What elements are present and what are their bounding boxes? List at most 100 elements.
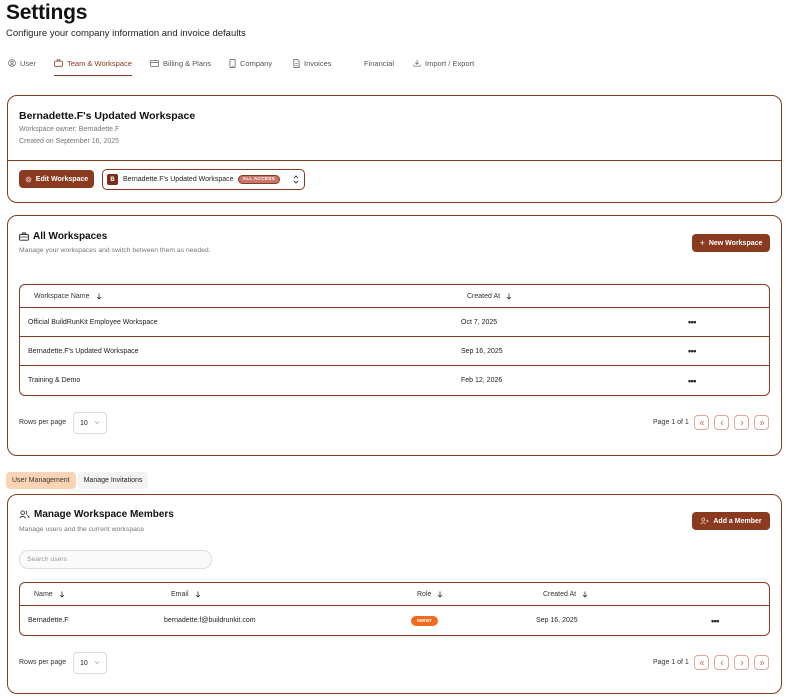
chevrons-left-icon	[699, 660, 704, 665]
member-role-cell: owner	[411, 606, 438, 635]
tab-user[interactable]: User	[8, 50, 36, 76]
users-icon	[19, 510, 30, 519]
access-badge: ALL ACCESS	[237, 175, 280, 184]
column-header-name[interactable]: Name	[34, 583, 65, 605]
row-actions-button[interactable]: •••	[688, 366, 696, 395]
row-actions-button[interactable]: •••	[688, 308, 696, 336]
table-row[interactable]: Bernadette.F's Updated Workspace Sep 16,…	[20, 337, 769, 366]
rows-per-page-label: Rows per page	[19, 419, 67, 426]
all-workspaces-card: All Workspaces Manage your workspaces an…	[7, 215, 782, 456]
role-badge: owner	[411, 615, 438, 626]
column-label: Role	[417, 590, 432, 598]
tab-label: Financial	[364, 58, 395, 68]
settings-tabs: User Team & Workspace Billing & Plans Co…	[0, 50, 787, 76]
chevron-right-icon	[740, 660, 744, 665]
members-title: Manage Workspace Members	[19, 509, 174, 520]
table-header: Name Email Role Created At	[20, 583, 769, 606]
column-header-created-at[interactable]: Created At	[467, 285, 512, 307]
page-subtitle: Configure your company information and i…	[6, 28, 246, 39]
arrow-down-icon	[506, 293, 512, 300]
row-actions-button[interactable]: •••	[688, 337, 696, 365]
member-email-cell: bernadette.f@buildrunkit.com	[164, 617, 256, 624]
briefcase-icon	[19, 232, 29, 241]
first-page-button[interactable]	[694, 655, 709, 670]
table-row[interactable]: Bernadette.F bernadette.f@buildrunkit.co…	[20, 606, 769, 635]
arrow-down-icon	[96, 293, 101, 300]
document-icon	[293, 58, 300, 68]
tab-team-workspace[interactable]: Team & Workspace	[54, 50, 132, 76]
edit-workspace-label: Edit Workspace	[35, 175, 89, 183]
search-users-input[interactable]: Search users	[19, 550, 212, 569]
first-page-button[interactable]	[694, 415, 709, 430]
table-row[interactable]: Training & Demo Feb 12, 2026 •••	[20, 366, 769, 395]
row-actions-button[interactable]: •••	[711, 606, 719, 635]
last-page-button[interactable]	[754, 655, 769, 670]
phone-icon	[229, 58, 236, 68]
created-at-cell: Feb 12, 2026	[461, 377, 503, 384]
member-subtabs: User Management Manage Invitations	[6, 472, 149, 489]
tab-financial[interactable]: Financial	[364, 50, 394, 76]
tab-company[interactable]: Company	[229, 50, 272, 76]
workspace-owner: Workspace owner: Bernadette.F	[19, 126, 120, 133]
arrow-down-icon	[195, 591, 200, 598]
chevron-up-down-icon	[293, 175, 299, 184]
add-member-label: Add a Member	[713, 517, 762, 525]
new-workspace-button[interactable]: + New Workspace	[692, 234, 770, 252]
plus-icon: +	[699, 238, 705, 248]
column-label: Created At	[543, 590, 577, 598]
workspace-name-cell: Official BuildRunKit Employee Workspace	[28, 318, 158, 326]
chevron-left-icon	[719, 660, 723, 665]
edit-workspace-button[interactable]: Edit Workspace	[19, 170, 94, 188]
table-row[interactable]: Official BuildRunKit Employee Workspace …	[20, 308, 769, 337]
page-title: Settings	[6, 1, 88, 24]
column-header-role[interactable]: Role	[417, 583, 443, 605]
section-title-text: Manage Workspace Members	[34, 509, 174, 520]
member-name-cell: Bernadette.F	[28, 617, 69, 624]
new-workspace-label: New Workspace	[708, 239, 763, 247]
user-circle-icon	[8, 59, 16, 67]
workspace-selector-label: Bernadette.F's Updated Workspace	[123, 176, 234, 183]
next-page-button[interactable]	[734, 655, 749, 670]
rows-per-page-value: 10	[80, 419, 88, 427]
rows-per-page-label: Rows per page	[19, 659, 67, 666]
workspace-selector[interactable]: B Bernadette.F's Updated Workspace ALL A…	[102, 169, 305, 190]
member-created-cell: Sep 16, 2025	[536, 617, 578, 624]
rows-per-page-value: 10	[80, 659, 88, 667]
created-at-cell: Sep 16, 2025	[461, 347, 503, 355]
chevron-down-icon	[94, 661, 100, 665]
column-header-workspace-name[interactable]: Workspace Name	[34, 285, 102, 307]
tab-import-export[interactable]: Import / Export	[413, 50, 474, 76]
add-member-button[interactable]: Add a Member	[692, 512, 770, 530]
tab-billing-plans[interactable]: Billing & Plans	[150, 50, 211, 76]
arrow-down-icon	[582, 591, 588, 598]
arrow-down-icon	[438, 591, 443, 598]
next-page-button[interactable]	[734, 415, 749, 430]
chevron-left-icon	[719, 420, 723, 425]
chevrons-right-icon	[759, 420, 764, 425]
column-header-email[interactable]: Email	[171, 583, 201, 605]
all-workspaces-subtitle: Manage your workspaces and switch betwee…	[19, 247, 211, 254]
column-label: Created At	[467, 292, 501, 300]
current-workspace-card: Bernadette.F's Updated Workspace Workspa…	[7, 95, 782, 203]
column-header-created-at[interactable]: Created At	[543, 583, 588, 605]
subtab-manage-invitations[interactable]: Manage Invitations	[77, 472, 149, 489]
user-plus-icon	[700, 517, 709, 525]
subtab-user-management[interactable]: User Management	[6, 472, 76, 489]
tab-invoices[interactable]: Invoices	[293, 50, 332, 76]
workspace-avatar: B	[107, 174, 118, 185]
column-label: Email	[171, 590, 189, 598]
previous-page-button[interactable]	[714, 415, 729, 430]
rows-per-page-select[interactable]: 10	[73, 652, 107, 674]
members-subtitle: Manage users and the current workspace	[19, 526, 145, 533]
previous-page-button[interactable]	[714, 655, 729, 670]
table-header: Workspace Name Created At	[20, 285, 769, 308]
workspace-name-cell: Bernadette.F's Updated Workspace	[28, 347, 139, 355]
section-title-text: All Workspaces	[33, 231, 108, 242]
all-workspaces-title: All Workspaces	[19, 231, 107, 242]
rows-per-page-select[interactable]: 10	[73, 412, 107, 434]
tab-label: Company	[240, 58, 273, 68]
last-page-button[interactable]	[754, 415, 769, 430]
page-info: Page 1 of 1	[653, 659, 689, 666]
credit-card-icon	[150, 59, 159, 67]
settings-icon	[25, 176, 32, 182]
